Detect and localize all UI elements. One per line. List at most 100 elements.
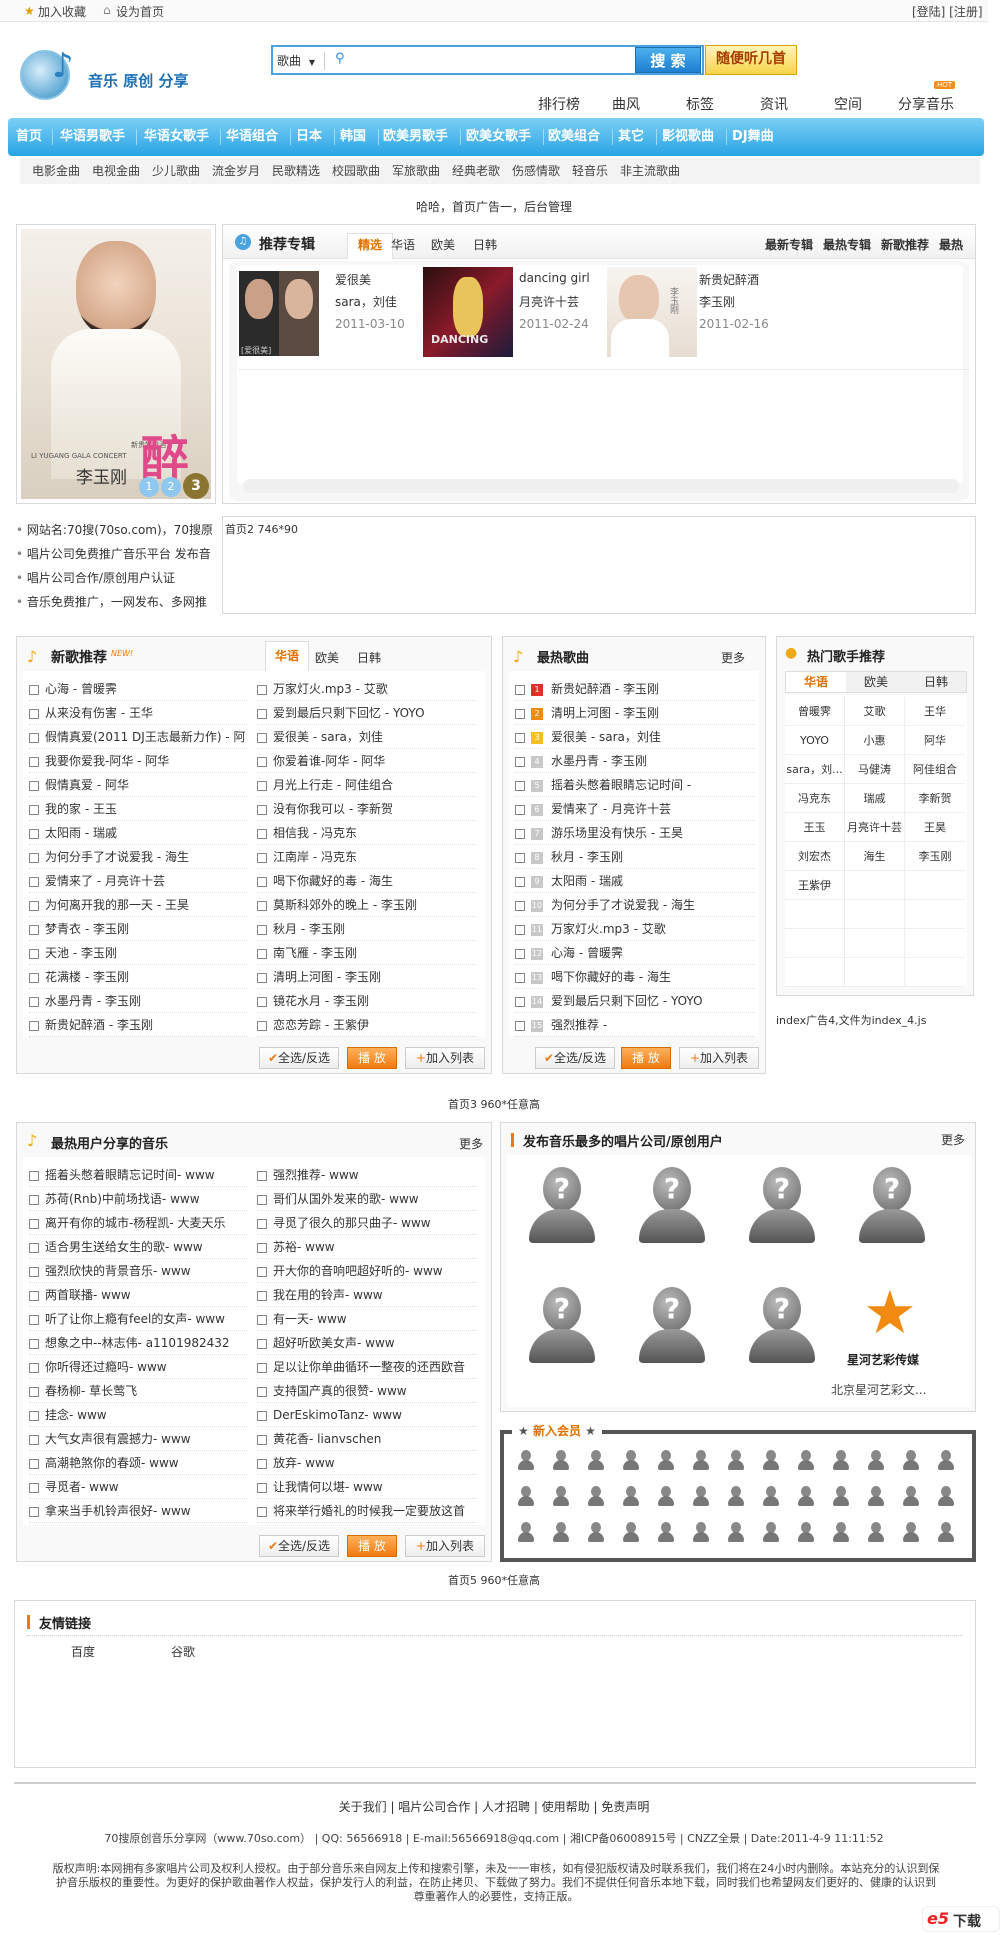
song-row[interactable]: 让我情何以堪- www [257, 1475, 477, 1499]
nav-news[interactable]: 资讯 [760, 94, 788, 114]
tab-western[interactable]: 欧美 [846, 672, 906, 692]
song-row[interactable]: 9 太阳雨 - 瑞戚 [515, 869, 755, 893]
song-title[interactable]: 心海 - 曾暖霁 [45, 682, 117, 696]
play-button[interactable]: 播 放 [621, 1047, 671, 1069]
song-title[interactable]: 拿来当手机铃声很好- www [45, 1504, 191, 1518]
mainnav-item[interactable]: 欧美男歌手 [383, 118, 448, 156]
song-row[interactable]: 强烈推荐- www [257, 1163, 477, 1187]
song-checkbox[interactable] [29, 900, 39, 911]
song-checkbox[interactable] [257, 1338, 267, 1349]
song-row[interactable]: 爱情来了 - 月亮许十芸 [29, 869, 247, 893]
singer-link[interactable]: 王紫伊 [785, 871, 845, 900]
song-checkbox[interactable] [29, 1506, 39, 1517]
song-title[interactable]: 清明上河图 - 李玉刚 [551, 706, 659, 720]
song-checkbox[interactable] [257, 852, 267, 863]
singer-link[interactable]: 王昊 [905, 813, 965, 842]
song-row[interactable]: 清明上河图 - 李玉刚 [257, 965, 477, 989]
song-row[interactable]: 假情真爱 - 阿华 [29, 773, 247, 797]
bookmark-link[interactable]: 加入收藏 [38, 3, 86, 20]
song-checkbox[interactable] [29, 804, 39, 815]
song-title[interactable]: 足以让你单曲循环一整夜的还西欧音 [273, 1360, 465, 1374]
tab-chinese[interactable]: 华语 [391, 236, 415, 253]
song-checkbox[interactable] [257, 708, 267, 719]
song-row[interactable]: 2 清明上河图 - 李玉刚 [515, 701, 755, 725]
more-link[interactable]: 更多 [459, 1135, 483, 1152]
tab-featured[interactable]: 精选 [347, 233, 394, 259]
song-row[interactable]: 高潮艳煞你的春颂- www [29, 1451, 247, 1475]
song-row[interactable]: 寻觅了很久的那只曲子- www [257, 1211, 477, 1235]
song-checkbox[interactable] [515, 924, 525, 935]
song-title[interactable]: 新贵妃醉酒 - 李玉刚 [45, 1018, 153, 1032]
mainnav-item[interactable]: DJ舞曲 [732, 118, 774, 156]
song-title[interactable]: DerEskimoTanz- www [273, 1408, 402, 1422]
song-checkbox[interactable] [29, 732, 39, 743]
song-checkbox[interactable] [29, 1218, 39, 1229]
slide-dot-1[interactable]: 1 [139, 477, 159, 497]
song-checkbox[interactable] [29, 996, 39, 1007]
member-avatar[interactable] [549, 1520, 573, 1544]
song-checkbox[interactable] [515, 732, 525, 743]
song-title[interactable]: 喝下你藏好的毒 - 海生 [273, 874, 393, 888]
song-title[interactable]: 江南岸 - 冯克东 [273, 850, 357, 864]
song-title[interactable]: 爱情来了 - 月亮许十芸 [551, 802, 671, 816]
song-checkbox[interactable] [515, 780, 525, 791]
member-avatar[interactable] [759, 1448, 783, 1472]
song-row[interactable]: 南飞雁 - 李玉刚 [257, 941, 477, 965]
song-row[interactable]: 秋月 - 李玉刚 [257, 917, 477, 941]
select-all-button[interactable]: ✔全选/反选 [259, 1047, 339, 1069]
album-artist[interactable]: 李玉刚 [699, 293, 735, 310]
song-checkbox[interactable] [29, 972, 39, 983]
song-checkbox[interactable] [29, 1266, 39, 1277]
singer-link[interactable]: 阿华 [905, 726, 965, 755]
link-new-songs[interactable]: 新歌推荐 [881, 236, 929, 253]
song-title[interactable]: 爱很美 - sara，刘佳 [273, 730, 383, 744]
song-checkbox[interactable] [515, 1020, 525, 1031]
song-row[interactable]: 爱很美 - sara，刘佳 [257, 725, 477, 749]
friend-link[interactable]: 百度 [71, 1643, 95, 1660]
song-row[interactable]: 听了让你上瘾有feel的女声- www [29, 1307, 247, 1331]
member-avatar[interactable] [619, 1448, 643, 1472]
banner-slideshow[interactable]: LI YUGANG GALA CONCERT 新贵妃醉酒 醉 李玉刚 1 2 3 [16, 224, 216, 504]
song-row[interactable]: 哥们从国外发来的歌- www [257, 1187, 477, 1211]
song-title[interactable]: 假情真爱 - 阿华 [45, 778, 129, 792]
song-title[interactable]: 离开有你的城市-杨程凯- 大麦天乐 [45, 1216, 225, 1230]
song-title[interactable]: 没有你我可以 - 李新贺 [273, 802, 393, 816]
song-title[interactable]: 莫斯科郊外的晚上 - 李玉刚 [273, 898, 417, 912]
song-title[interactable]: 为何分手了才说爱我 - 海生 [45, 850, 189, 864]
singer-link[interactable]: 月亮许十芸 [845, 813, 905, 842]
song-title[interactable]: 爱到最后只剩下回忆 - YOYO [551, 994, 703, 1008]
song-row[interactable]: 拿来当手机铃声很好- www [29, 1499, 247, 1523]
song-checkbox[interactable] [29, 828, 39, 839]
song-checkbox[interactable] [29, 1482, 39, 1493]
info-item[interactable]: • 音乐免费推广，一网发布、多网推 [16, 590, 216, 614]
song-checkbox[interactable] [257, 732, 267, 743]
song-checkbox[interactable] [29, 780, 39, 791]
song-checkbox[interactable] [257, 828, 267, 839]
song-checkbox[interactable] [515, 972, 525, 983]
member-avatar[interactable] [899, 1520, 923, 1544]
song-checkbox[interactable] [257, 684, 267, 695]
song-row[interactable]: 没有你我可以 - 李新贺 [257, 797, 477, 821]
member-avatar[interactable] [829, 1484, 853, 1508]
slide-dot-3[interactable]: 3 [183, 473, 209, 499]
song-checkbox[interactable] [29, 1434, 39, 1445]
song-title[interactable]: 大气女声很有震撼力- www [45, 1432, 191, 1446]
logo[interactable]: ♪ 音乐 原创 分享 [18, 46, 198, 108]
singer-link[interactable]: 王玉 [785, 813, 845, 842]
link-hottest[interactable]: 最热 [939, 236, 963, 253]
song-row[interactable]: 摇着头憋着眼睛忘记时间- www [29, 1163, 247, 1187]
song-title[interactable]: 开大你的音响吧超好听的- www [273, 1264, 443, 1278]
friend-link[interactable]: 谷歌 [171, 1643, 195, 1660]
singer-link[interactable]: 小惠 [845, 726, 905, 755]
song-checkbox[interactable] [257, 1290, 267, 1301]
tab-jpkr[interactable]: 日韩 [473, 236, 497, 253]
song-title[interactable]: 挂念- www [45, 1408, 107, 1422]
song-title[interactable]: 清明上河图 - 李玉刚 [273, 970, 381, 984]
random-play-button[interactable]: 随便听几首 [705, 45, 797, 75]
member-avatar[interactable] [829, 1448, 853, 1472]
tab-jpkr[interactable]: 日韩 [357, 649, 381, 666]
song-checkbox[interactable] [29, 1362, 39, 1373]
song-checkbox[interactable] [257, 780, 267, 791]
song-checkbox[interactable] [257, 1194, 267, 1205]
song-title[interactable]: 恋恋芳踪 - 王紫伊 [273, 1018, 369, 1032]
